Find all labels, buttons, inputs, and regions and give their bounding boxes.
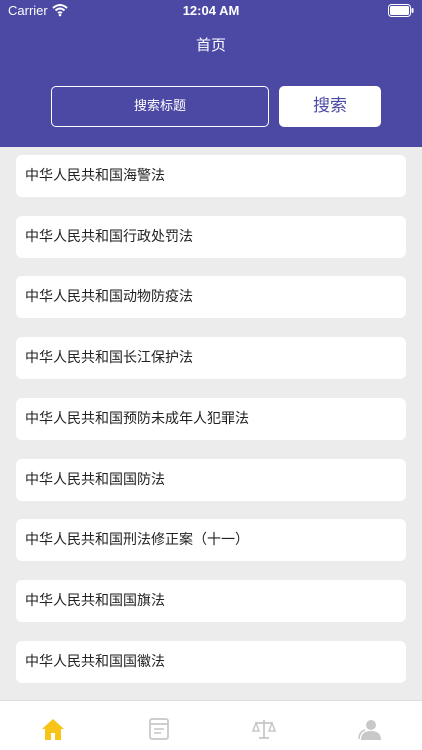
list-item[interactable]: 中华人民共和国国徽法 (16, 641, 406, 683)
list-item[interactable]: 中华人民共和国国旗法 (16, 580, 406, 622)
list-item[interactable]: 中华人民共和国国防法 (16, 459, 406, 501)
tab-bar (0, 700, 422, 750)
clock: 12:04 AM (182, 3, 240, 18)
list-item[interactable]: 中华人民共和国海警法 (16, 155, 406, 197)
document-icon[interactable] (147, 717, 171, 741)
list-item[interactable]: 中华人民共和国刑法修正案（十一） (16, 519, 406, 561)
search-button[interactable]: 搜索 (279, 86, 381, 127)
search-input[interactable]: 搜索标题 (51, 86, 269, 127)
list-item[interactable]: 中华人民共和国行政处罚法 (16, 216, 406, 258)
home-icon[interactable] (41, 717, 65, 741)
list-item[interactable]: 中华人民共和国长江保护法 (16, 337, 406, 379)
battery-icon (388, 4, 414, 17)
law-list[interactable]: 中华人民共和国海警法 中华人民共和国行政处罚法 中华人民共和国动物防疫法 中华人… (0, 147, 422, 700)
status-bar: Carrier 12:04 AM (0, 0, 422, 22)
list-item[interactable]: 中华人民共和国动物防疫法 (16, 276, 406, 318)
list-item[interactable]: 中华人民共和国预防未成年人犯罪法 (16, 398, 406, 440)
header: Carrier 12:04 AM 首页 搜索标题 搜索 (0, 0, 422, 147)
user-icon[interactable] (357, 717, 381, 741)
scales-icon[interactable] (252, 717, 276, 741)
page-title: 首页 (195, 36, 226, 54)
